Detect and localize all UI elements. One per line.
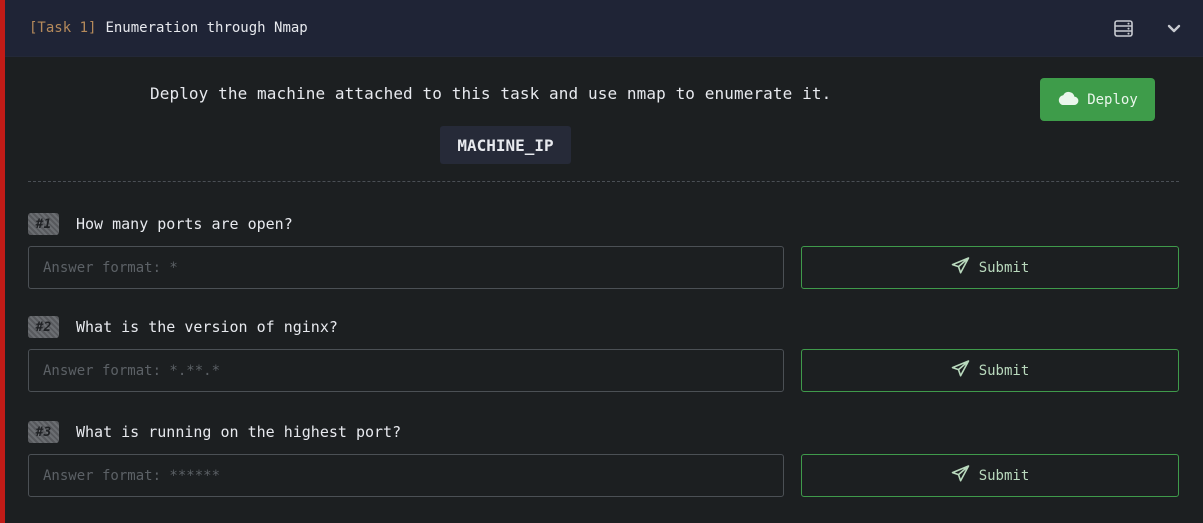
question-text: How many ports are open?	[76, 215, 293, 233]
question-number-badge: #2	[28, 316, 59, 338]
section-divider	[28, 181, 1179, 182]
question-text: What is running on the highest port?	[76, 423, 402, 441]
submit-button-3[interactable]: Submit	[801, 454, 1179, 497]
task-header[interactable]: [Task 1] Enumeration through Nmap	[5, 0, 1203, 57]
submit-button-label: Submit	[978, 259, 1030, 276]
question-2: #2 What is the version of nginx? Submit	[28, 315, 1179, 392]
task-accent-bar	[0, 0, 5, 523]
answer-input-2[interactable]	[28, 349, 784, 392]
task-description: Deploy the machine attached to this task…	[150, 84, 832, 103]
submit-button-2[interactable]: Submit	[801, 349, 1179, 392]
machine-ip-code: MACHINE_IP	[440, 126, 571, 164]
paper-plane-icon	[951, 360, 970, 381]
question-number-badge: #3	[28, 421, 59, 443]
question-3: #3 What is running on the highest port? …	[28, 420, 1179, 497]
deploy-button-label: Deploy	[1087, 91, 1138, 108]
paper-plane-icon	[951, 465, 970, 486]
deploy-button[interactable]: Deploy	[1040, 78, 1155, 121]
submit-button-1[interactable]: Submit	[801, 246, 1179, 289]
submit-button-label: Submit	[978, 362, 1030, 379]
cloud-icon	[1057, 90, 1079, 110]
question-1: #1 How many ports are open? Submit	[28, 212, 1179, 289]
task-card: [Task 1] Enumeration through Nmap Deploy…	[0, 0, 1203, 523]
task-header-actions	[1114, 0, 1181, 57]
task-title: Enumeration through Nmap	[105, 20, 308, 36]
paper-plane-icon	[951, 257, 970, 278]
submit-button-label: Submit	[978, 467, 1030, 484]
answer-input-1[interactable]	[28, 246, 784, 289]
chevron-down-icon[interactable]	[1167, 24, 1181, 34]
server-icon[interactable]	[1114, 20, 1133, 37]
task-number-tag: [Task 1]	[29, 20, 97, 36]
answer-input-3[interactable]	[28, 454, 784, 497]
question-text: What is the version of nginx?	[76, 318, 338, 336]
question-number-badge: #1	[28, 213, 59, 235]
